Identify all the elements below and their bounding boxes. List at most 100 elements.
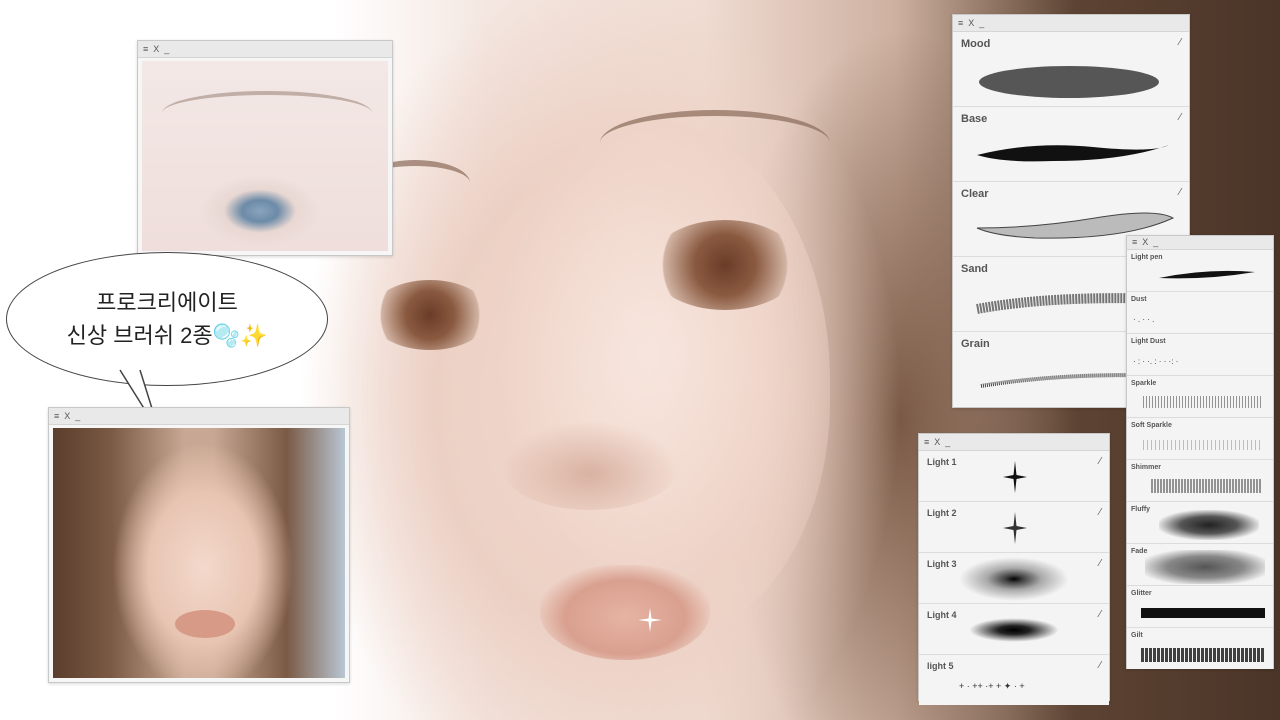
brush-label: Light 1 bbox=[927, 457, 957, 467]
brush-label: Dust bbox=[1131, 296, 1147, 303]
brush-item-fade[interactable]: Fade bbox=[1127, 544, 1273, 586]
brush-item-soft-sparkle[interactable]: Soft Sparkle bbox=[1127, 418, 1273, 460]
brush-item-base[interactable]: Base ⁄ bbox=[953, 107, 1189, 182]
svg-text:· : · ·. : · · ·: ·: · : · ·. : · · ·: · bbox=[1133, 357, 1178, 366]
brush-panel-light[interactable]: ≡ X _ Light 1 ⁄ Light 2 ⁄ Light 3 ⁄ Ligh… bbox=[918, 433, 1110, 705]
brush-stroke-preview bbox=[1141, 608, 1265, 618]
brush-label: Light 4 bbox=[927, 610, 957, 620]
brush-stroke-preview: · : · ·. : · · ·: · bbox=[1133, 357, 1178, 366]
glow-sparkle-icon bbox=[959, 557, 1069, 601]
speech-bubble-line2: 신상 브러쉬 2종🫧✨ bbox=[66, 323, 268, 348]
brush-stroke-preview bbox=[1159, 510, 1259, 540]
eye-reference-window[interactable]: ≡ X _ bbox=[137, 40, 393, 256]
brush-settings-icon[interactable]: ⁄ bbox=[1099, 507, 1101, 518]
svg-text:+ · ++ ·+ + ✦ · +: + · ++ ·+ + ✦ · + bbox=[959, 681, 1025, 691]
scatter-stars-icon: + · ++ ·+ + ✦ · + bbox=[959, 681, 1025, 691]
right-eye bbox=[650, 220, 800, 310]
brush-label: Light 2 bbox=[927, 508, 957, 518]
brush-stroke-preview bbox=[1145, 550, 1265, 584]
brush-label: light 5 bbox=[927, 661, 954, 671]
brush-label: Light pen bbox=[1131, 254, 1163, 261]
left-eye bbox=[370, 280, 490, 350]
eye-closeup-image bbox=[142, 61, 388, 251]
brush-settings-icon[interactable]: ⁄ bbox=[1179, 37, 1181, 48]
flare-sparkle-icon bbox=[969, 618, 1059, 642]
face-painting bbox=[470, 120, 830, 640]
brush-settings-icon[interactable]: ⁄ bbox=[1179, 112, 1181, 123]
window-titlebar[interactable]: ≡ X _ bbox=[953, 15, 1189, 32]
brush-label: Gilt bbox=[1131, 632, 1143, 639]
brush-label: Fluffy bbox=[1131, 506, 1151, 513]
close-icon[interactable]: X bbox=[1142, 238, 1148, 247]
brush-stroke-preview: · . · · . bbox=[1133, 315, 1154, 324]
brush-item-light-2[interactable]: Light 2 ⁄ bbox=[919, 502, 1109, 553]
minimize-icon[interactable]: _ bbox=[1153, 238, 1158, 247]
close-icon[interactable]: X bbox=[64, 411, 70, 421]
menu-icon[interactable]: ≡ bbox=[958, 18, 963, 28]
window-titlebar[interactable]: ≡ X _ bbox=[138, 41, 392, 58]
brush-label: Grain bbox=[961, 338, 990, 350]
brush-settings-icon[interactable]: ⁄ bbox=[1099, 660, 1101, 671]
lips bbox=[540, 565, 710, 660]
brush-item-shimmer[interactable]: Shimmer bbox=[1127, 460, 1273, 502]
brush-settings-icon[interactable]: ⁄ bbox=[1099, 456, 1101, 467]
brush-item-light-dust[interactable]: Light Dust · : · ·. : · · ·: · bbox=[1127, 334, 1273, 376]
brush-item-gilt[interactable]: Gilt bbox=[1127, 628, 1273, 669]
brush-panel-small[interactable]: ≡ X _ Light pen Dust · . · · . Light Dus… bbox=[1126, 235, 1274, 669]
brush-stroke-preview bbox=[1143, 440, 1263, 450]
brush-label: Sparkle bbox=[1131, 380, 1157, 387]
brush-label: Shimmer bbox=[1131, 464, 1161, 471]
brush-item-fluffy[interactable]: Fluffy bbox=[1127, 502, 1273, 544]
eye-closeup-brow bbox=[162, 91, 372, 135]
brush-label: Light Dust bbox=[1131, 338, 1166, 345]
brush-settings-icon[interactable]: ⁄ bbox=[1179, 187, 1181, 198]
close-icon[interactable]: X bbox=[934, 437, 940, 447]
menu-icon[interactable]: ≡ bbox=[54, 411, 59, 421]
brush-label: Base bbox=[961, 113, 988, 125]
brush-item-light-1[interactable]: Light 1 ⁄ bbox=[919, 451, 1109, 502]
menu-icon[interactable]: ≡ bbox=[143, 44, 148, 54]
brush-stroke-preview bbox=[1143, 396, 1263, 408]
brush-label: Light 3 bbox=[927, 559, 957, 569]
speech-bubble: 프로크리에이트 신상 브러쉬 2종🫧✨ bbox=[6, 252, 328, 386]
brush-settings-icon[interactable]: ⁄ bbox=[1099, 609, 1101, 620]
right-eyebrow bbox=[600, 110, 830, 176]
brush-item-light-pen[interactable]: Light pen bbox=[1127, 250, 1273, 292]
nose-shading bbox=[500, 420, 680, 510]
menu-icon[interactable]: ≡ bbox=[924, 437, 929, 447]
brush-item-light-5[interactable]: light 5 ⁄ + · ++ ·+ + ✦ · + bbox=[919, 655, 1109, 705]
brush-label: Sand bbox=[961, 263, 988, 275]
brush-item-glitter[interactable]: Glitter bbox=[1127, 586, 1273, 628]
minimize-icon[interactable]: _ bbox=[164, 44, 169, 54]
window-titlebar[interactable]: ≡ X _ bbox=[1127, 236, 1273, 250]
star-sparkle-icon bbox=[1003, 461, 1027, 493]
window-titlebar[interactable]: ≡ X _ bbox=[49, 408, 349, 425]
brush-label: Soft Sparkle bbox=[1131, 422, 1172, 429]
brush-item-dust[interactable]: Dust · . · · . bbox=[1127, 292, 1273, 334]
brush-item-light-3[interactable]: Light 3 ⁄ bbox=[919, 553, 1109, 604]
brush-item-mood[interactable]: Mood ⁄ bbox=[953, 32, 1189, 107]
window-titlebar[interactable]: ≡ X _ bbox=[919, 434, 1109, 451]
brush-settings-icon[interactable]: ⁄ bbox=[1099, 558, 1101, 569]
brush-item-light-4[interactable]: Light 4 ⁄ bbox=[919, 604, 1109, 655]
brush-stroke-preview bbox=[977, 145, 1169, 162]
portrait-image bbox=[53, 428, 345, 678]
brush-label: Glitter bbox=[1131, 590, 1152, 597]
portrait-reference-window[interactable]: ≡ X _ bbox=[48, 407, 350, 683]
lip-sparkle-icon bbox=[638, 608, 662, 632]
brush-item-sparkle[interactable]: Sparkle bbox=[1127, 376, 1273, 418]
brush-stroke-preview bbox=[1159, 270, 1255, 279]
minimize-icon[interactable]: _ bbox=[75, 411, 80, 421]
brush-stroke-preview bbox=[1141, 648, 1265, 662]
minimize-icon[interactable]: _ bbox=[979, 18, 984, 28]
minimize-icon[interactable]: _ bbox=[945, 437, 950, 447]
brush-label: Mood bbox=[961, 38, 991, 50]
menu-icon[interactable]: ≡ bbox=[1132, 238, 1137, 247]
brush-label: Clear bbox=[961, 188, 989, 200]
close-icon[interactable]: X bbox=[968, 18, 974, 28]
svg-text:· . · · .: · . · · . bbox=[1133, 315, 1154, 324]
close-icon[interactable]: X bbox=[153, 44, 159, 54]
portrait-lips bbox=[175, 610, 235, 638]
brush-stroke-preview bbox=[979, 66, 1159, 98]
speech-bubble-line1: 프로크리에이트 bbox=[96, 290, 238, 315]
